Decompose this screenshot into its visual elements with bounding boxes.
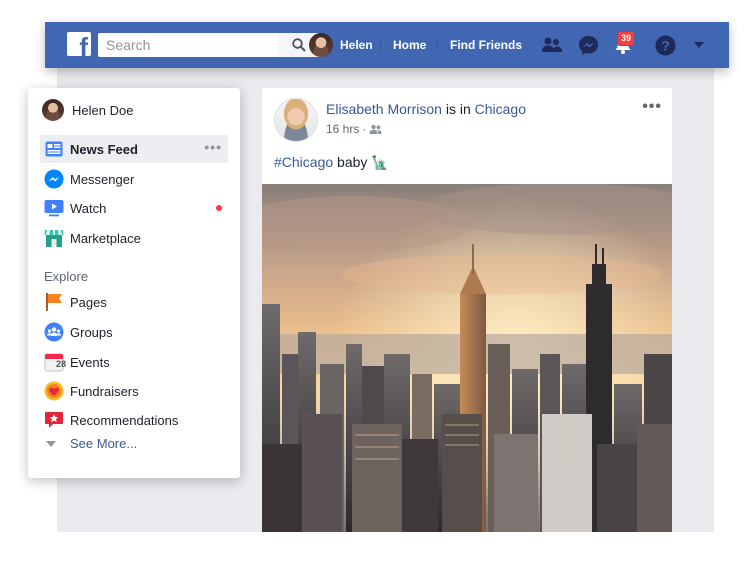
sidebar-item-label: Fundraisers bbox=[70, 383, 139, 399]
friend-requests-button[interactable] bbox=[540, 33, 564, 57]
notifications-badge: 39 bbox=[617, 31, 636, 46]
left-sidebar: Helen Doe News Feed ••• Messenger Watch … bbox=[28, 88, 240, 478]
facebook-logo-icon[interactable]: f bbox=[67, 32, 91, 56]
see-more-label: See More... bbox=[70, 436, 138, 451]
sidebar-item-label: News Feed bbox=[70, 141, 138, 157]
post-subtitle: 16 hrs · bbox=[326, 122, 526, 136]
sidebar-item-groups[interactable]: Groups bbox=[40, 318, 228, 346]
post-is-in-text: is in bbox=[445, 101, 471, 117]
fundraiser-icon bbox=[44, 381, 64, 401]
flag-icon bbox=[44, 292, 64, 312]
calendar-date: 28 bbox=[56, 359, 67, 369]
help-button[interactable]: ? bbox=[653, 33, 677, 57]
nav-user-name: Helen bbox=[340, 38, 373, 52]
recommendations-icon bbox=[44, 410, 64, 430]
help-icon: ? bbox=[655, 35, 675, 55]
marketplace-icon bbox=[44, 228, 64, 248]
sidebar-item-events[interactable]: 28 Events bbox=[40, 348, 228, 376]
friends-audience-icon[interactable] bbox=[369, 124, 382, 134]
feed-post: Elisabeth Morrison is in Chicago 16 hrs … bbox=[262, 88, 672, 532]
watch-icon bbox=[44, 198, 64, 218]
sidebar-profile-link[interactable]: Helen Doe bbox=[42, 99, 133, 121]
groups-icon bbox=[44, 322, 64, 342]
sidebar-item-recommendations[interactable]: Recommendations bbox=[40, 406, 228, 434]
sidebar-item-label: Events bbox=[70, 354, 110, 370]
sidebar-item-label: Recommendations bbox=[70, 412, 179, 428]
messenger-icon bbox=[44, 169, 64, 189]
post-body: #Chicago baby 🗽 bbox=[274, 154, 389, 171]
search-icon bbox=[292, 38, 306, 52]
avatar bbox=[42, 99, 64, 121]
sidebar-item-label: Marketplace bbox=[70, 230, 141, 246]
svg-text:?: ? bbox=[661, 37, 670, 53]
friends-icon bbox=[542, 37, 562, 52]
see-more-link[interactable]: See More... bbox=[46, 436, 137, 451]
sidebar-item-label: Pages bbox=[70, 294, 107, 310]
caret-down-icon bbox=[46, 440, 56, 447]
more-options-icon[interactable]: ••• bbox=[204, 139, 222, 155]
statue-of-liberty-icon: 🗽 bbox=[371, 154, 389, 170]
hashtag-link[interactable]: #Chicago bbox=[274, 154, 333, 170]
sidebar-item-watch[interactable]: Watch bbox=[40, 194, 228, 222]
messenger-button[interactable] bbox=[576, 33, 600, 57]
avatar[interactable] bbox=[274, 98, 318, 142]
unread-dot bbox=[216, 205, 222, 211]
post-timestamp[interactable]: 16 hrs bbox=[326, 122, 359, 136]
sidebar-item-label: Messenger bbox=[70, 171, 135, 187]
top-navigation-bar: f Helen Home Find Friends bbox=[45, 22, 729, 68]
explore-heading: Explore bbox=[44, 269, 89, 284]
sidebar-item-label: Groups bbox=[70, 324, 113, 340]
post-meta: Elisabeth Morrison is in Chicago 16 hrs … bbox=[326, 98, 526, 142]
caret-down-icon bbox=[694, 42, 704, 48]
sidebar-item-messenger[interactable]: Messenger bbox=[40, 165, 228, 193]
post-location-link[interactable]: Chicago bbox=[475, 101, 526, 117]
messenger-icon bbox=[578, 35, 598, 55]
post-author-link[interactable]: Elisabeth Morrison bbox=[326, 101, 442, 117]
sidebar-item-fundraisers[interactable]: Fundraisers bbox=[40, 377, 228, 405]
post-title: Elisabeth Morrison is in Chicago bbox=[326, 100, 526, 118]
sidebar-item-marketplace[interactable]: Marketplace bbox=[40, 224, 228, 252]
post-separator: · bbox=[362, 122, 367, 136]
city-skyline-photo bbox=[262, 184, 672, 532]
search-input[interactable] bbox=[104, 33, 268, 57]
account-menu-button[interactable] bbox=[687, 33, 711, 57]
nav-divider bbox=[437, 38, 438, 52]
news-feed-icon bbox=[44, 139, 64, 159]
avatar bbox=[309, 33, 333, 57]
post-options-icon[interactable]: ••• bbox=[642, 98, 662, 116]
sidebar-user-name: Helen Doe bbox=[72, 102, 134, 118]
nav-find-friends-link[interactable]: Find Friends bbox=[450, 33, 522, 57]
post-photo[interactable] bbox=[262, 184, 672, 532]
nav-profile-link[interactable]: Helen bbox=[309, 33, 373, 57]
sidebar-item-news-feed[interactable]: News Feed ••• bbox=[40, 135, 228, 163]
sidebar-item-label: Watch bbox=[70, 200, 107, 216]
nav-home-link[interactable]: Home bbox=[393, 33, 426, 57]
post-text: baby bbox=[337, 154, 368, 170]
nav-divider bbox=[380, 38, 381, 52]
search-box bbox=[98, 33, 278, 57]
post-header: Elisabeth Morrison is in Chicago 16 hrs … bbox=[274, 98, 526, 142]
sidebar-item-pages[interactable]: Pages bbox=[40, 288, 228, 316]
